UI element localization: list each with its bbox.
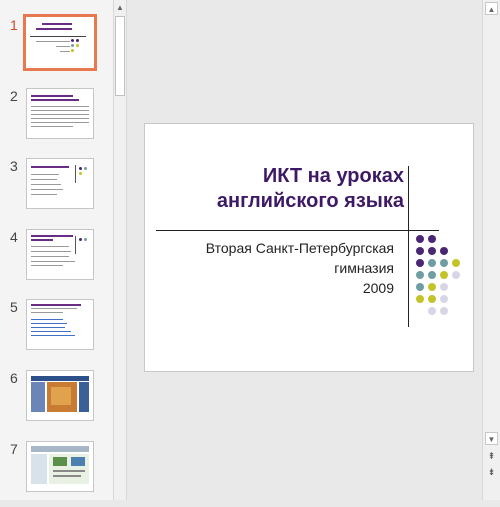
- thumbnail-number: 3: [10, 158, 18, 174]
- subtitle-year: 2009: [362, 280, 394, 296]
- thumbnail-image[interactable]: [26, 88, 94, 139]
- current-slide[interactable]: ИКТ на уроках английского языка Вторая С…: [144, 123, 474, 372]
- thumbnails-scrollbar-thumb[interactable]: [115, 16, 125, 96]
- thumbnail-number: 7: [10, 441, 18, 457]
- scroll-up-icon[interactable]: ▲: [114, 1, 126, 15]
- subtitle-text: Вторая Санкт-Петербургская гимназия: [205, 240, 394, 276]
- thumbnail-image[interactable]: [23, 14, 97, 71]
- slide-scrollbar[interactable]: ▲ ▼ ⇞ ⇟: [482, 0, 500, 500]
- slide-thumbnails-pane[interactable]: 1 2 3 4 5 6 7: [0, 0, 113, 500]
- slide-subtitle[interactable]: Вторая Санкт-Петербургская гимназия 2009: [164, 238, 394, 298]
- next-slide-icon[interactable]: ⇟: [485, 466, 498, 479]
- slide-editor[interactable]: ИКТ на уроках английского языка Вторая С…: [127, 0, 482, 500]
- thumbnails-scrollbar[interactable]: ▲: [113, 0, 127, 500]
- thumbnail-image[interactable]: [26, 158, 94, 209]
- scroll-down-icon[interactable]: ▼: [485, 432, 498, 445]
- thumbnail-slide-4[interactable]: 4: [0, 229, 113, 295]
- thumbnail-number: 5: [10, 299, 18, 315]
- thumbnail-slide-3[interactable]: 3: [0, 158, 113, 224]
- scroll-up-icon[interactable]: ▲: [485, 2, 498, 15]
- horizontal-divider: [156, 230, 439, 231]
- thumbnail-number: 4: [10, 229, 18, 245]
- thumbnail-image[interactable]: [26, 299, 94, 350]
- thumbnail-slide-7[interactable]: 7: [0, 441, 113, 507]
- thumbnail-slide-1[interactable]: 1: [0, 14, 113, 83]
- thumbnail-number: 2: [10, 88, 18, 104]
- thumbnail-number: 1: [10, 17, 18, 33]
- thumbnail-image[interactable]: [26, 370, 94, 421]
- previous-slide-icon[interactable]: ⇞: [485, 450, 498, 463]
- vertical-divider: [408, 166, 409, 327]
- thumbnail-image[interactable]: [26, 441, 94, 492]
- slide-title[interactable]: ИКТ на уроках английского языка: [154, 164, 404, 214]
- thumbnail-slide-5[interactable]: 5: [0, 299, 113, 365]
- thumbnail-slide-2[interactable]: 2: [0, 88, 113, 154]
- thumbnail-number: 6: [10, 370, 18, 386]
- thumbnail-image[interactable]: [26, 229, 94, 280]
- thumbnail-slide-6[interactable]: 6: [0, 370, 113, 436]
